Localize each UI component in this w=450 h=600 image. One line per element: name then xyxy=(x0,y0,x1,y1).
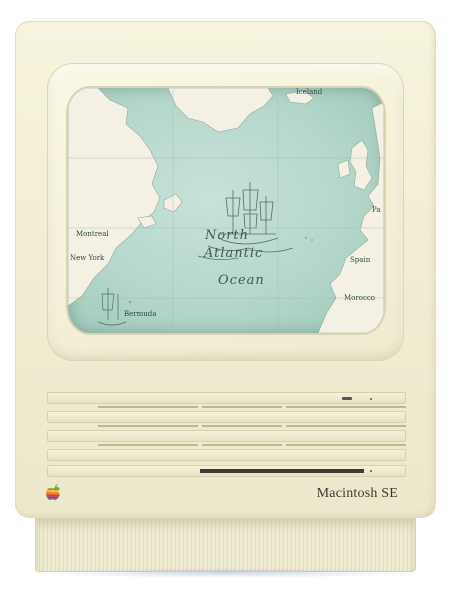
vent-groove xyxy=(286,425,406,427)
screen: North Atlantic Ocean Iceland Montreal Ne… xyxy=(68,88,384,333)
land-ireland xyxy=(337,159,351,179)
floor-shadow xyxy=(28,568,423,578)
vent-groove xyxy=(286,406,406,408)
vent-groove xyxy=(202,406,282,408)
vent-groove xyxy=(202,444,282,446)
front-vent-4 xyxy=(47,449,406,461)
computer-base xyxy=(35,518,416,572)
floppy-drive-indicator xyxy=(370,470,372,472)
place-label-new-york: New York xyxy=(70,254,105,262)
front-vent-1 xyxy=(47,392,406,404)
apple-rainbow-icon xyxy=(46,484,60,501)
front-vent-3 xyxy=(47,430,406,442)
island-azores-1 xyxy=(304,236,308,240)
vent-groove xyxy=(98,444,198,446)
land-north-america xyxy=(68,88,161,307)
place-label-spain: Spain xyxy=(350,256,371,264)
brand-label: Macintosh SE xyxy=(316,486,398,501)
place-label-montreal: Montreal xyxy=(76,230,109,238)
map-wallpaper xyxy=(68,88,384,333)
vent-groove xyxy=(202,425,282,427)
upper-drive-eject-button[interactable] xyxy=(342,397,352,400)
upper-drive-indicator xyxy=(370,398,372,400)
place-label-bermuda: Bermuda xyxy=(124,310,157,318)
land-britain xyxy=(349,139,373,191)
floppy-drive-slot[interactable] xyxy=(200,469,364,473)
ocean-label-line3: Ocean xyxy=(218,273,265,288)
vent-groove xyxy=(98,425,198,427)
ocean-label-line2: Atlantic xyxy=(204,246,264,261)
vent-groove xyxy=(98,406,198,408)
place-label-iceland: Iceland xyxy=(296,88,323,96)
vent-groove xyxy=(286,444,406,446)
front-vent-2 xyxy=(47,411,406,423)
land-greenland xyxy=(167,88,274,133)
place-label-paris: Pa xyxy=(372,206,381,214)
land-nova-scotia xyxy=(137,215,157,229)
island-azores-2 xyxy=(311,239,313,241)
island-bermuda xyxy=(128,300,132,304)
small-ship-icon xyxy=(97,288,127,326)
place-label-morocco: Morocco xyxy=(344,294,375,302)
ocean-label-line1: North xyxy=(205,228,250,243)
